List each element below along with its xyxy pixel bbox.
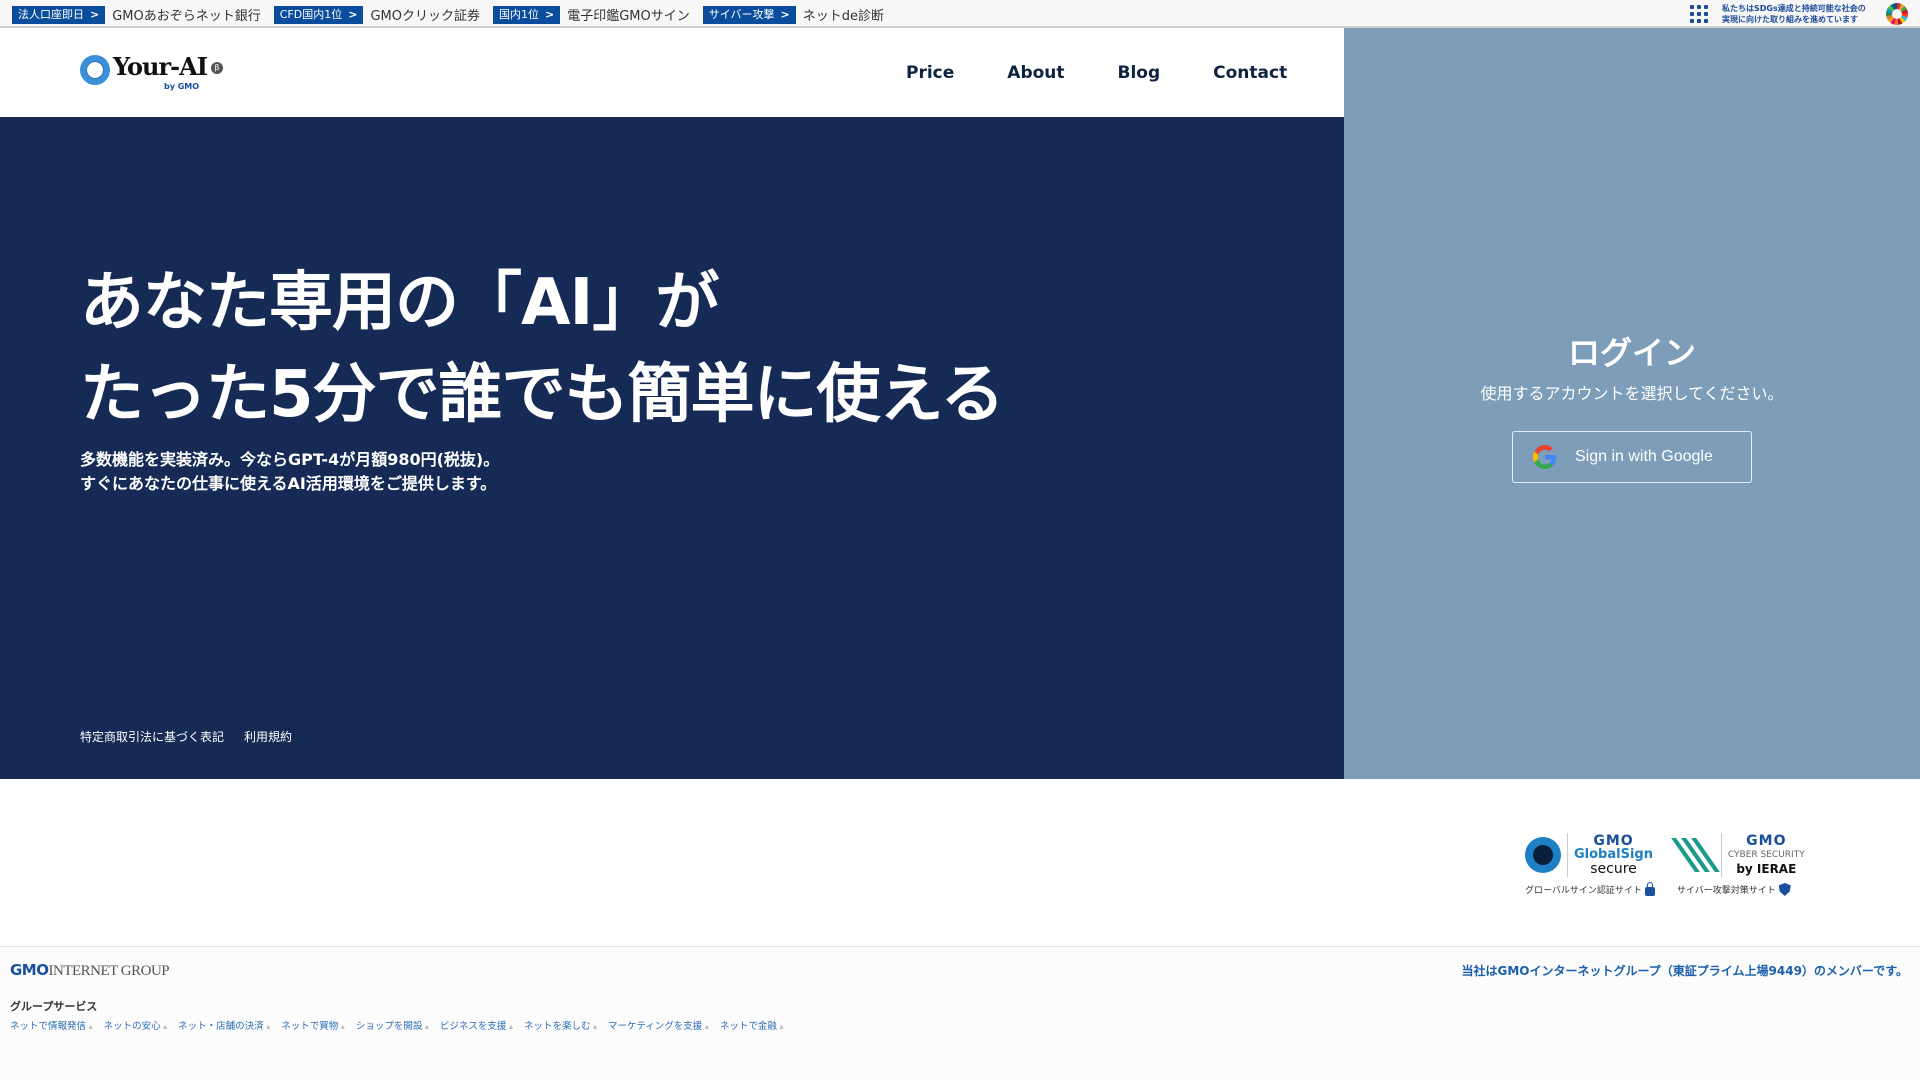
group-member-text[interactable]: 当社はGMOインターネットグループ（東証プライム上場9449）のメンバーです。 <box>1461 962 1908 979</box>
group-service-link[interactable]: ネットで情報発信 <box>10 1018 93 1032</box>
google-button-label: Sign in with Google <box>1575 448 1713 465</box>
group-service-link[interactable]: ネットで金融 <box>720 1018 784 1032</box>
terms-link[interactable]: 利用規約 <box>244 728 292 745</box>
chevron-right-icon: > <box>348 7 358 21</box>
chevron-right-icon: > <box>544 7 555 21</box>
group-services-title: グループサービス <box>10 1000 98 1013</box>
group-service-link[interactable]: ネットで買物 <box>281 1018 345 1032</box>
nav-price[interactable]: Price <box>906 63 954 83</box>
shield-check-icon <box>1778 883 1791 896</box>
group-service-link[interactable]: ネットの安心 <box>104 1018 168 1032</box>
sdgs-wheel-icon <box>1886 3 1908 25</box>
google-sign-in-button[interactable]: Sign in with Google <box>1512 431 1752 483</box>
site-header: Your-AI β by GMO Price About Blog Contac… <box>0 30 1344 117</box>
group-service-link[interactable]: ショップを開設 <box>356 1018 429 1032</box>
ticker-tag[interactable]: CFD国内1位 > <box>273 5 364 24</box>
logo-text: Your-AI <box>113 52 208 81</box>
hero-subtext-line: すぐにあなたの仕事に使えるAI活用環境をご提供します。 <box>80 474 497 493</box>
lock-icon <box>1644 882 1655 896</box>
sdgs-text-line: 実現に向けた取り組みを進めています <box>1722 15 1858 24</box>
group-service-link[interactable]: ネットを楽しむ <box>524 1018 597 1032</box>
group-ticker: 法人口座即日 > GMOあおぞらネット銀行 CFD国内1位 > GMOクリック証券 … <box>12 5 890 24</box>
hero-headline-line: たった5分で誰でも簡単に使える <box>80 358 1005 432</box>
gmo-group-footer: GMOINTERNET GROUP 当社はGMOインターネットグループ（東証プラ… <box>0 946 1920 1080</box>
ticker-link[interactable]: GMOあおぞらネット銀行 <box>112 5 261 24</box>
main-nav: Price About Blog Contact <box>906 63 1287 83</box>
badge-sub: secure <box>1590 861 1637 877</box>
hero-headline-line: あなた専用の「AI」が <box>80 266 719 340</box>
top-ticker-bar: 法人口座即日 > GMOあおぞらネット銀行 CFD国内1位 > GMOクリック証券 … <box>0 0 1920 28</box>
ierae-stripes-icon <box>1671 838 1720 872</box>
login-panel: ログイン 使用するアカウントを選択してください。 Sign in with Go… <box>1344 28 1920 779</box>
group-service-link[interactable]: ネット・店舗の決済 <box>178 1018 270 1032</box>
your-ai-logo[interactable]: Your-AI β by GMO <box>80 52 223 91</box>
google-icon <box>1533 445 1557 469</box>
sdgs-text: 私たちはSDGs達成と持続可能な社会の 実現に向けた取り組みを進めています <box>1722 3 1872 25</box>
badge-brand: GMO <box>1593 833 1634 849</box>
hero-section: あなた専用の「AI」が たった5分で誰でも簡単に使える 多数機能を実装済み。今な… <box>0 117 1344 779</box>
ticker-tag[interactable]: 法人口座即日 > <box>12 5 106 24</box>
badge-brand: GMO <box>1746 833 1787 849</box>
nav-about[interactable]: About <box>1007 63 1064 83</box>
globalsign-eye-icon <box>1525 837 1561 873</box>
ticker-link[interactable]: 電子印鑑GMOサイン <box>567 5 690 24</box>
nav-contact[interactable]: Contact <box>1213 63 1287 83</box>
ticker-tag-label: サイバー攻撃 <box>708 7 775 21</box>
badge-sub: by IERAE <box>1736 862 1797 876</box>
login-title: ログイン <box>1567 334 1696 372</box>
hero-headline: あなた専用の「AI」が たった5分で誰でも簡単に使える <box>80 257 1005 441</box>
ticker-tag[interactable]: 国内1位 > <box>492 5 561 24</box>
legal-links: 特定商取引法に基づく表記 利用規約 <box>80 728 292 745</box>
sdgs-banner[interactable]: 私たちはSDGs達成と持続可能な社会の 実現に向けた取り組みを進めています <box>1690 3 1908 25</box>
login-description: 使用するアカウントを選択してください。 <box>1480 384 1784 403</box>
group-services-list: ネットで情報発信 ネットの安心 ネット・店舗の決済 ネットで買物 ショップを開設… <box>10 1018 783 1032</box>
ticker-tag-label: 法人口座即日 <box>18 7 84 21</box>
badge-name: GlobalSign <box>1574 847 1653 862</box>
gmo-internet-group-logo[interactable]: GMOINTERNET GROUP <box>10 961 170 980</box>
group-service-link[interactable]: マーケティングを支援 <box>608 1018 709 1032</box>
chevron-right-icon: > <box>780 7 790 21</box>
ticker-tag-label: CFD国内1位 <box>279 7 343 21</box>
gmo-logo-bold: GMO <box>10 961 49 979</box>
badge-name: CYBER SECURITY <box>1727 850 1805 860</box>
grid-menu-icon[interactable] <box>1690 5 1708 23</box>
beta-badge: β <box>210 62 223 74</box>
badge-caption: グローバルサイン認証サイト <box>1525 886 1642 896</box>
commercial-law-link[interactable]: 特定商取引法に基づく表記 <box>80 728 224 745</box>
security-badges: GMO GlobalSign secure グローバルサイン認証サイト GMO … <box>1525 830 1805 896</box>
group-service-link[interactable]: ビジネスを支援 <box>440 1018 513 1032</box>
globalsign-badge[interactable]: GMO GlobalSign secure グローバルサイン認証サイト <box>1525 830 1655 896</box>
gmo-logo-rest: INTERNET GROUP <box>48 963 170 979</box>
nav-blog[interactable]: Blog <box>1118 63 1161 83</box>
ticker-tag[interactable]: サイバー攻撃 > <box>702 5 796 24</box>
logo-ring-icon <box>80 55 110 85</box>
hero-subtext-line: 多数機能を実装済み。今ならGPT-4が月額980円(税抜)。 <box>80 450 500 469</box>
chevron-right-icon: > <box>90 7 100 21</box>
sdgs-text-line: 私たちはSDGs達成と持続可能な社会の <box>1722 4 1866 13</box>
ticker-tag-label: 国内1位 <box>498 7 539 21</box>
hero-subtext: 多数機能を実装済み。今ならGPT-4が月額980円(税抜)。 すぐにあなたの仕事… <box>80 448 499 496</box>
ticker-link[interactable]: GMOクリック証券 <box>370 5 480 24</box>
logo-by-gmo: by GMO <box>164 82 200 91</box>
ticker-link[interactable]: ネットde診断 <box>803 5 884 24</box>
divider <box>1720 833 1722 877</box>
cyber-security-badge[interactable]: GMO CYBER SECURITY by IERAE サイバー攻撃対策サイト <box>1671 830 1805 896</box>
badge-caption: サイバー攻撃対策サイト <box>1676 886 1776 896</box>
divider <box>1567 833 1568 877</box>
